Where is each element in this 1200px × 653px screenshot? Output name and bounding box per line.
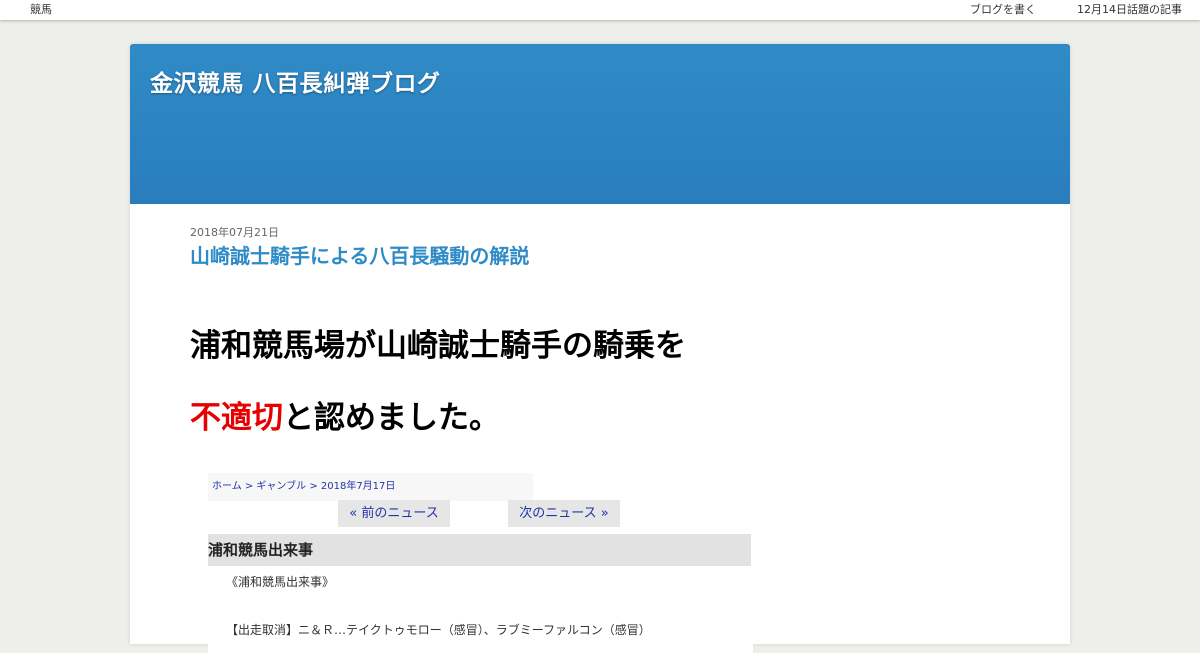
news-section-subtitle: 《浦和競馬出来事》 — [226, 575, 335, 589]
news-section-title: 浦和競馬出来事 — [208, 534, 751, 566]
breadcrumb: ホーム > ギャンブル > 2018年7月17日 — [208, 473, 533, 501]
blog-title[interactable]: 金沢競馬 八百長糾弾ブログ — [150, 64, 441, 98]
top-bar: 競馬 ブログを書く 12月14日話題の記事 — [0, 0, 1200, 20]
category-link[interactable]: 競馬 — [30, 0, 52, 20]
topic-articles-link[interactable]: 12月14日話題の記事 — [1077, 0, 1182, 20]
prev-news-button: « 前のニュース — [338, 500, 450, 527]
headline-line-1: 浦和競馬場が山崎誠士騎手の騎乗を — [190, 328, 686, 364]
headline-highlight: 不適切 — [190, 400, 283, 436]
blog-header: 金沢競馬 八百長糾弾ブログ — [130, 44, 1070, 204]
embedded-news-screenshot: ホーム > ギャンブル > 2018年7月17日 « 前のニュース 次のニュース… — [208, 473, 753, 653]
headline-line-2: 不適切と認めました。 — [190, 392, 500, 437]
next-news-button: 次のニュース » — [508, 500, 620, 527]
post-title[interactable]: 山崎誠士騎手による八百長騒動の解説 — [190, 240, 529, 269]
write-blog-link[interactable]: ブログを書く — [970, 0, 1036, 20]
headline-rest: と認めました。 — [283, 400, 500, 436]
post-date: 2018年07月21日 — [190, 226, 279, 239]
blog-container: 金沢競馬 八百長糾弾ブログ 2018年07月21日 山崎誠士騎手による八百長騒動… — [130, 44, 1070, 653]
